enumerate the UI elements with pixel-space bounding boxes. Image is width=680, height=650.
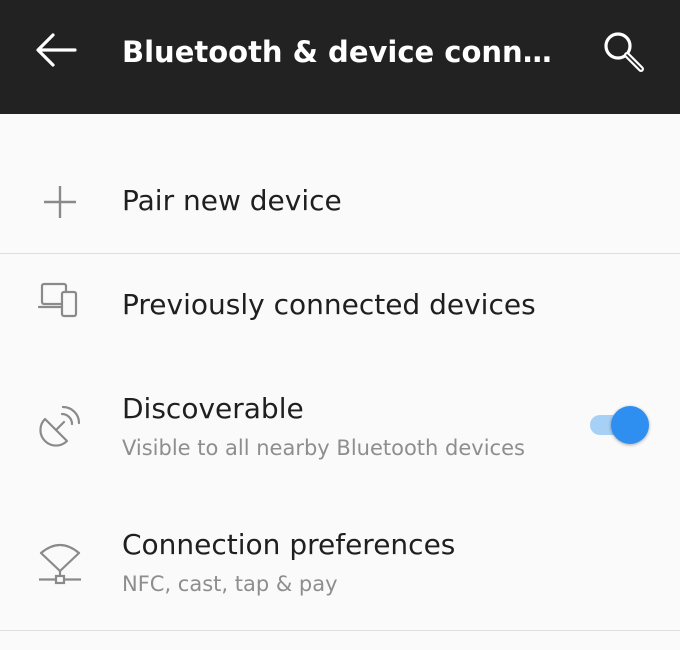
pair-new-device-item[interactable]: Pair new device (0, 150, 680, 254)
back-button[interactable] (28, 26, 84, 74)
plus-icon (34, 176, 86, 228)
pair-new-device-label: Pair new device (122, 184, 342, 217)
arrow-left-icon (36, 33, 77, 67)
divider (0, 630, 680, 631)
previously-connected-devices-item[interactable]: Previously connected devices (0, 254, 680, 358)
search-icon (604, 32, 644, 72)
satellite-dish-icon (34, 400, 86, 452)
devices-icon (34, 274, 86, 326)
app-bar: Bluetooth & device connections (0, 0, 680, 114)
discoverable-description: Visible to all nearby Bluetooth devices (122, 436, 525, 460)
network-wifi-icon (34, 536, 86, 588)
discoverable-label: Discoverable (122, 392, 304, 425)
discoverable-item[interactable]: Discoverable Visible to all nearby Bluet… (0, 378, 680, 486)
search-button[interactable] (596, 24, 652, 80)
page-title: Bluetooth & device connections (122, 35, 562, 69)
toggle-thumb (611, 406, 649, 444)
previously-connected-devices-label: Previously connected devices (122, 288, 536, 321)
connection-preferences-description: NFC, cast, tap & pay (122, 572, 338, 596)
connection-preferences-item[interactable]: Connection preferences NFC, cast, tap & … (0, 514, 680, 624)
discoverable-toggle[interactable] (586, 402, 652, 448)
connection-preferences-label: Connection preferences (122, 528, 456, 561)
